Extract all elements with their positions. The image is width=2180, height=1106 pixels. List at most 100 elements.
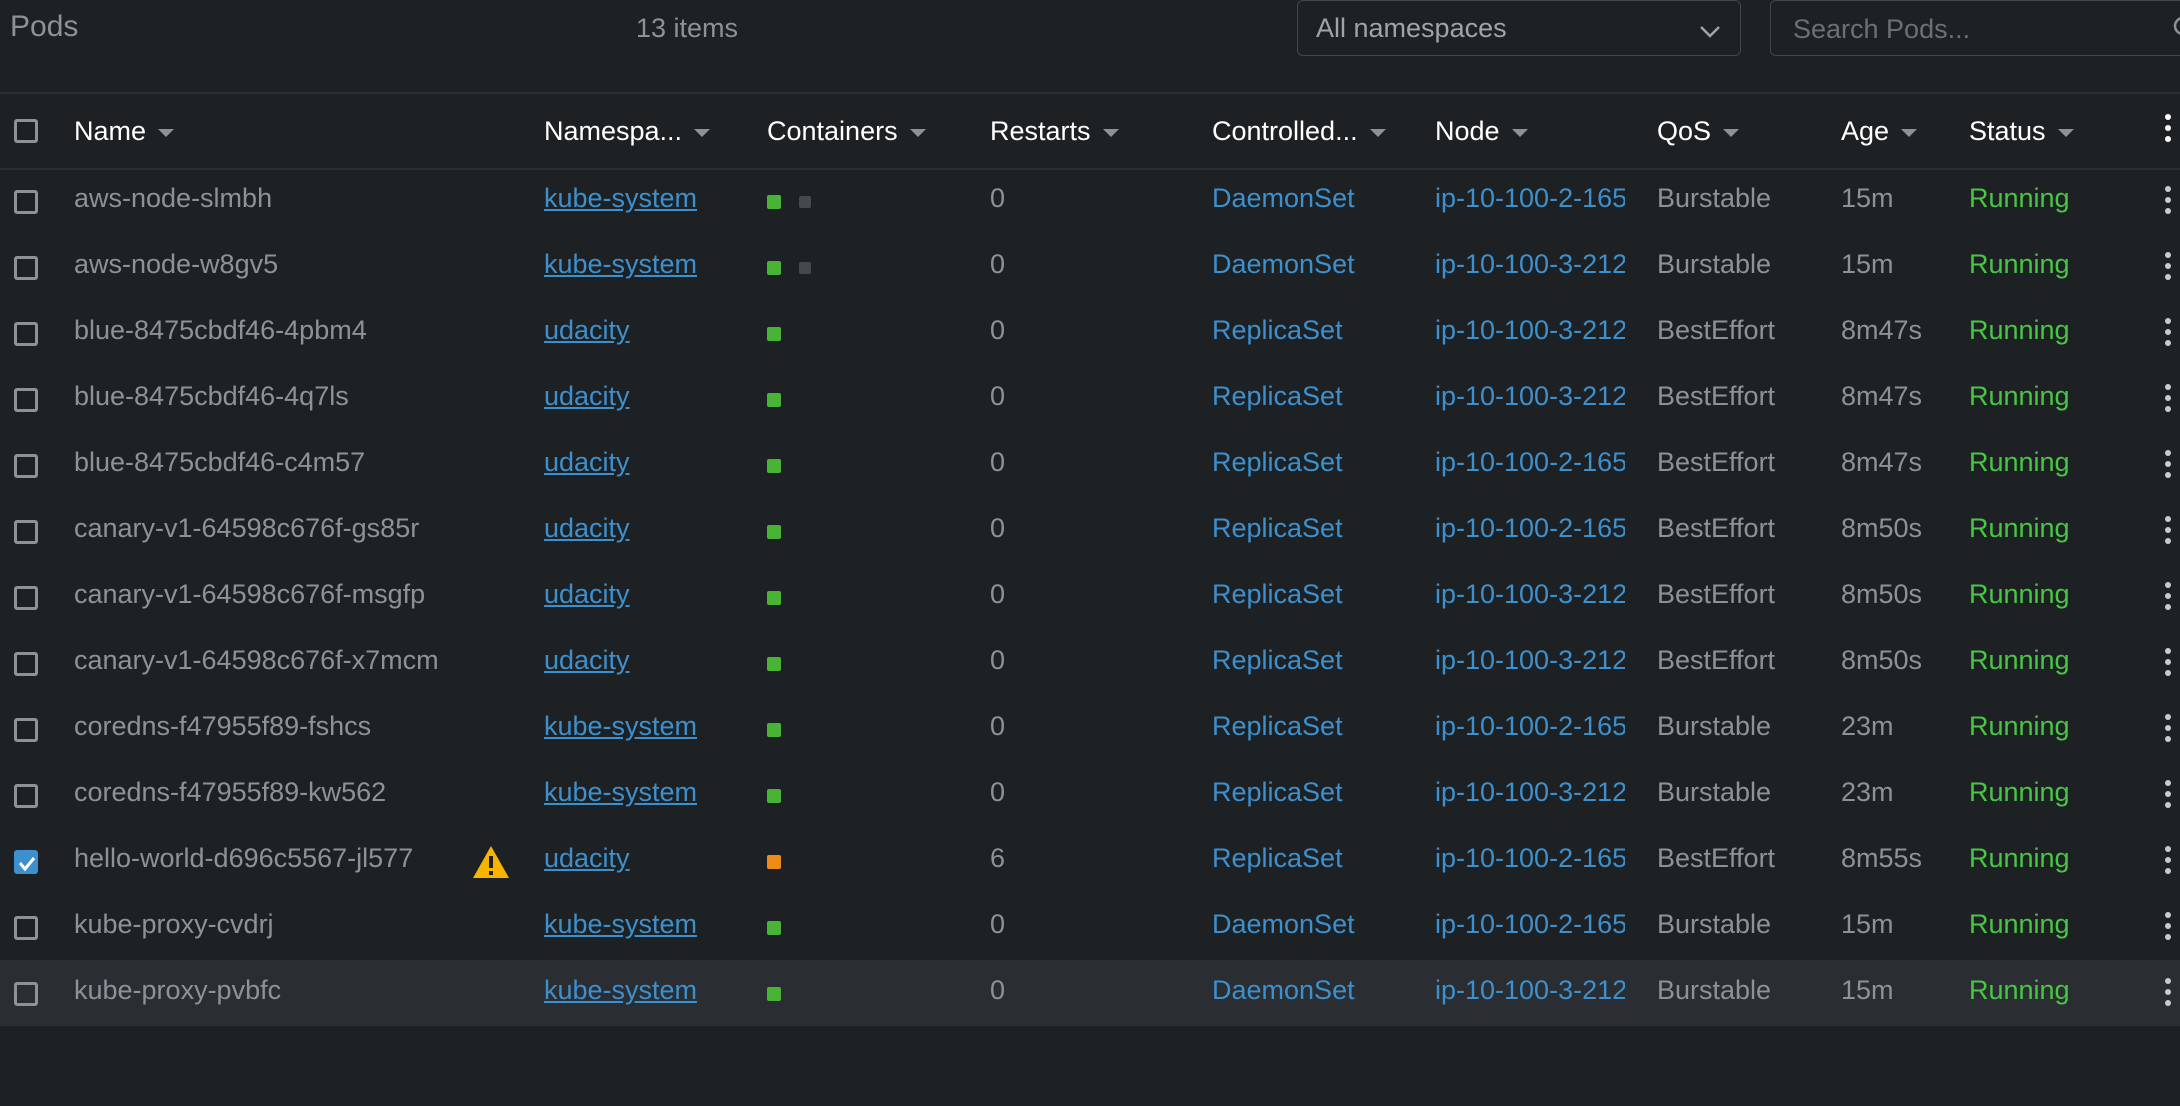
row-checkbox[interactable] — [14, 784, 38, 808]
table-row[interactable]: blue-8475cbdf46-4pbm4 udacity 0 ReplicaSet i… — [0, 300, 2180, 366]
node-link[interactable]: ip-10-100-2-165 — [1435, 183, 1625, 214]
namespace-link[interactable]: kube-system — [544, 975, 697, 1006]
pod-name[interactable]: canary-v1-64598c676f-msgfp — [74, 579, 474, 610]
column-header-namespace[interactable]: Namespa... — [544, 116, 711, 147]
column-header-controlled-by[interactable]: Controlled... — [1212, 116, 1386, 147]
table-row[interactable]: blue-8475cbdf46-4q7ls udacity 0 ReplicaSet i… — [0, 366, 2180, 432]
pod-name[interactable]: canary-v1-64598c676f-gs85r — [74, 513, 474, 544]
select-all-checkbox[interactable] — [14, 119, 38, 143]
row-menu-icon[interactable] — [2165, 384, 2175, 416]
row-menu-icon[interactable] — [2165, 912, 2175, 944]
controlled-by-link[interactable]: ReplicaSet — [1212, 711, 1343, 742]
node-link[interactable]: ip-10-100-3-212 — [1435, 381, 1625, 412]
row-checkbox[interactable] — [14, 850, 38, 874]
table-row[interactable]: canary-v1-64598c676f-x7mcm udacity 0 Replic… — [0, 630, 2180, 696]
column-header-name[interactable]: Name — [74, 116, 175, 147]
column-header-node[interactable]: Node — [1435, 116, 1528, 147]
column-header-status[interactable]: Status — [1969, 116, 2074, 147]
row-menu-icon[interactable] — [2165, 846, 2175, 878]
controlled-by-link[interactable]: ReplicaSet — [1212, 579, 1343, 610]
namespace-link[interactable]: udacity — [544, 843, 630, 874]
pod-name[interactable]: aws-node-w8gv5 — [74, 249, 474, 280]
pod-name[interactable]: aws-node-slmbh — [74, 183, 474, 214]
column-header-age[interactable]: Age — [1841, 116, 1918, 147]
node-link[interactable]: ip-10-100-2-165 — [1435, 711, 1625, 742]
row-menu-icon[interactable] — [2165, 978, 2175, 1010]
controlled-by-link[interactable]: ReplicaSet — [1212, 315, 1343, 346]
table-row[interactable]: aws-node-slmbh kube-system 0 DaemonSet ip-10… — [0, 168, 2180, 234]
row-checkbox[interactable] — [14, 190, 38, 214]
column-header-qos[interactable]: QoS — [1657, 116, 1740, 147]
row-checkbox[interactable] — [14, 322, 38, 346]
row-menu-icon[interactable] — [2165, 186, 2175, 218]
controlled-by-link[interactable]: ReplicaSet — [1212, 645, 1343, 676]
namespace-link[interactable]: udacity — [544, 315, 630, 346]
controlled-by-link[interactable]: DaemonSet — [1212, 249, 1355, 280]
column-header-restarts[interactable]: Restarts — [990, 116, 1119, 147]
row-menu-icon[interactable] — [2165, 450, 2175, 482]
node-link[interactable]: ip-10-100-2-165 — [1435, 513, 1625, 544]
namespace-link[interactable]: kube-system — [544, 711, 697, 742]
row-checkbox[interactable] — [14, 586, 38, 610]
row-checkbox[interactable] — [14, 256, 38, 280]
table-row[interactable]: blue-8475cbdf46-c4m57 udacity 0 ReplicaSet i… — [0, 432, 2180, 498]
node-link[interactable]: ip-10-100-3-212 — [1435, 579, 1625, 610]
namespace-select[interactable]: All namespaces — [1297, 0, 1741, 56]
node-link[interactable]: ip-10-100-3-212 — [1435, 315, 1625, 346]
table-row[interactable]: coredns-f47955f89-fshcs kube-system 0 Repli… — [0, 696, 2180, 762]
row-checkbox[interactable] — [14, 520, 38, 544]
pod-name[interactable]: coredns-f47955f89-fshcs — [74, 711, 474, 742]
row-menu-icon[interactable] — [2165, 582, 2175, 614]
node-link[interactable]: ip-10-100-3-212 — [1435, 249, 1625, 280]
namespace-link[interactable]: kube-system — [544, 777, 697, 808]
search-icon[interactable] — [2171, 14, 2180, 44]
row-checkbox[interactable] — [14, 718, 38, 742]
node-link[interactable]: ip-10-100-2-165 — [1435, 447, 1625, 478]
node-link[interactable]: ip-10-100-3-212 — [1435, 975, 1625, 1006]
controlled-by-link[interactable]: ReplicaSet — [1212, 843, 1343, 874]
namespace-link[interactable]: udacity — [544, 645, 630, 676]
table-row[interactable]: aws-node-w8gv5 kube-system 0 DaemonSet ip-10… — [0, 234, 2180, 300]
table-row[interactable]: canary-v1-64598c676f-gs85r udacity 0 Replic… — [0, 498, 2180, 564]
row-menu-icon[interactable] — [2165, 516, 2175, 548]
pod-name[interactable]: canary-v1-64598c676f-x7mcm — [74, 645, 474, 676]
controlled-by-link[interactable]: ReplicaSet — [1212, 381, 1343, 412]
row-menu-icon[interactable] — [2165, 714, 2175, 746]
controlled-by-link[interactable]: DaemonSet — [1212, 183, 1355, 214]
controlled-by-link[interactable]: ReplicaSet — [1212, 447, 1343, 478]
namespace-link[interactable]: kube-system — [544, 909, 697, 940]
column-header-containers[interactable]: Containers — [767, 116, 926, 147]
column-menu-icon[interactable] — [2165, 114, 2175, 146]
namespace-link[interactable]: udacity — [544, 381, 630, 412]
row-checkbox[interactable] — [14, 388, 38, 412]
row-checkbox[interactable] — [14, 982, 38, 1006]
namespace-link[interactable]: udacity — [544, 579, 630, 610]
controlled-by-link[interactable]: DaemonSet — [1212, 975, 1355, 1006]
pod-name[interactable]: blue-8475cbdf46-4q7ls — [74, 381, 474, 412]
pod-name[interactable]: blue-8475cbdf46-4pbm4 — [74, 315, 474, 346]
pod-name[interactable]: blue-8475cbdf46-c4m57 — [74, 447, 474, 478]
row-menu-icon[interactable] — [2165, 252, 2175, 284]
pod-name[interactable]: hello-world-d696c5567-jl577 — [74, 843, 474, 874]
node-link[interactable]: ip-10-100-2-165 — [1435, 843, 1625, 874]
row-checkbox[interactable] — [14, 652, 38, 676]
namespace-link[interactable]: udacity — [544, 513, 630, 544]
search-box[interactable] — [1770, 0, 2180, 56]
search-input[interactable] — [1791, 9, 2175, 49]
controlled-by-link[interactable]: DaemonSet — [1212, 909, 1355, 940]
controlled-by-link[interactable]: ReplicaSet — [1212, 513, 1343, 544]
table-row[interactable]: coredns-f47955f89-kw562 kube-system 0 Repli… — [0, 762, 2180, 828]
row-checkbox[interactable] — [14, 454, 38, 478]
table-row[interactable]: canary-v1-64598c676f-msgfp udacity 0 Replic… — [0, 564, 2180, 630]
pod-name[interactable]: coredns-f47955f89-kw562 — [74, 777, 474, 808]
namespace-link[interactable]: udacity — [544, 447, 630, 478]
pod-name[interactable]: kube-proxy-pvbfc — [74, 975, 474, 1006]
node-link[interactable]: ip-10-100-3-212 — [1435, 777, 1625, 808]
table-row[interactable]: kube-proxy-pvbfc kube-system 0 DaemonSet ip-… — [0, 960, 2180, 1026]
row-menu-icon[interactable] — [2165, 318, 2175, 350]
namespace-link[interactable]: kube-system — [544, 183, 697, 214]
namespace-link[interactable]: kube-system — [544, 249, 697, 280]
node-link[interactable]: ip-10-100-2-165 — [1435, 909, 1625, 940]
row-checkbox[interactable] — [14, 916, 38, 940]
table-row[interactable]: kube-proxy-cvdrj kube-system 0 DaemonSet ip-… — [0, 894, 2180, 960]
